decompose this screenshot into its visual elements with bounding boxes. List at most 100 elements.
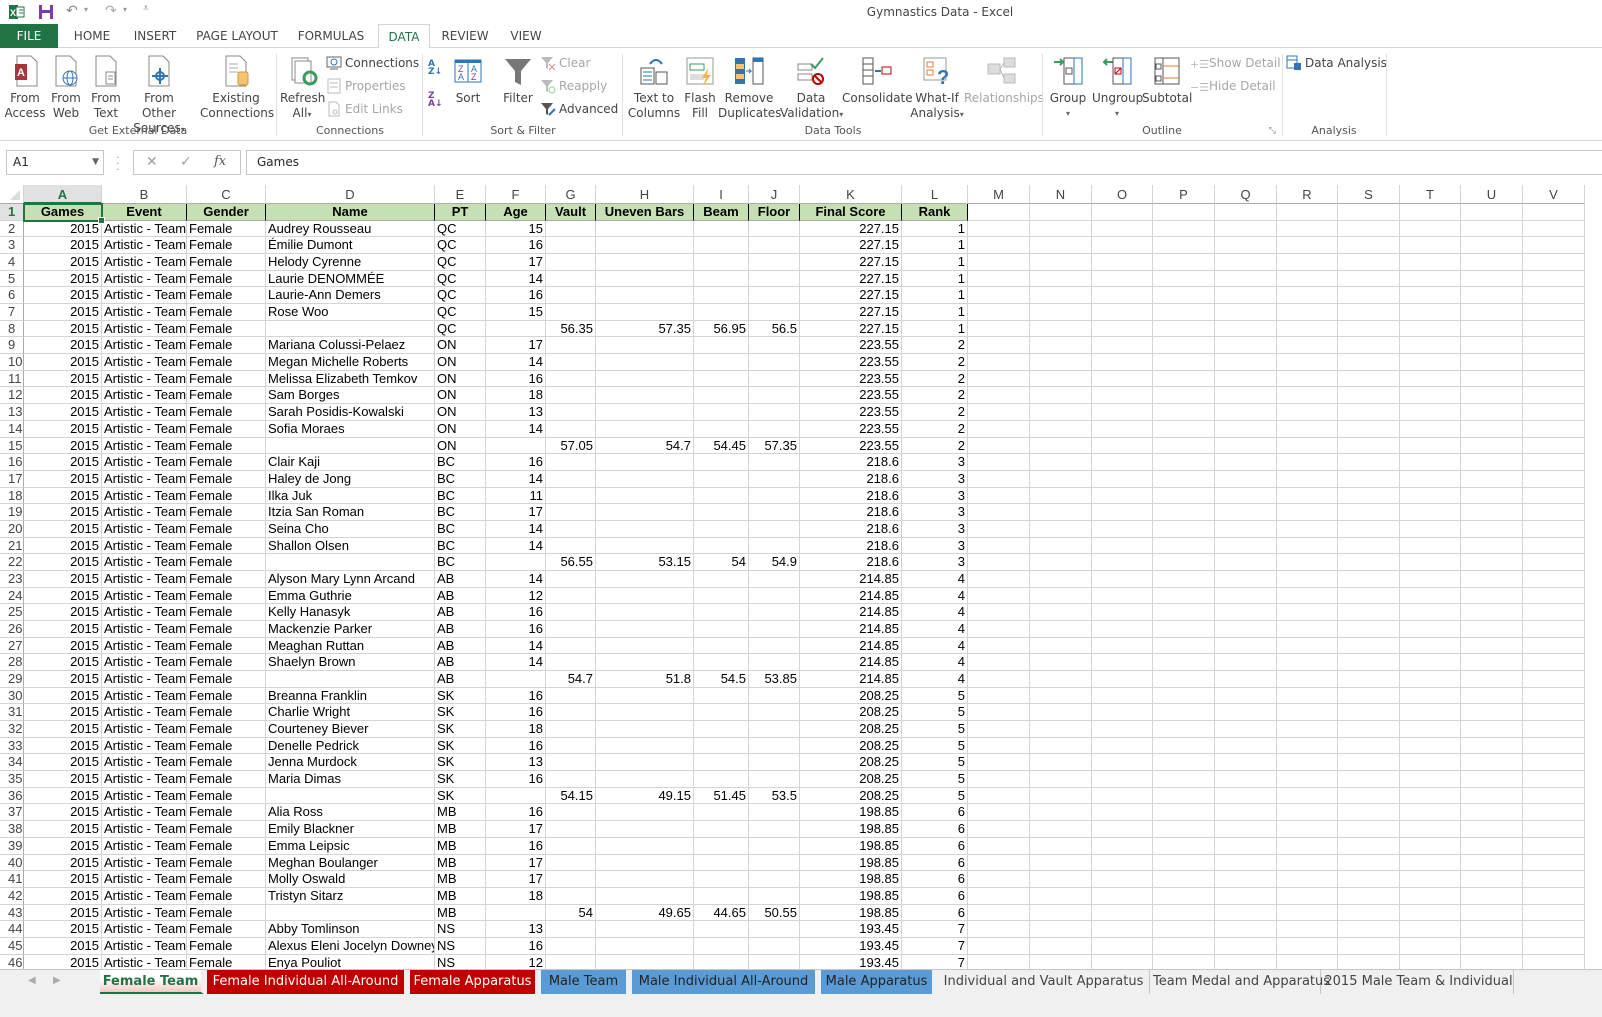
cell-m44[interactable]	[968, 921, 1030, 938]
cell-j23[interactable]	[749, 570, 800, 588]
cell-o43[interactable]	[1092, 904, 1153, 922]
cell-h9[interactable]	[596, 337, 694, 355]
cell-e32[interactable]: SK	[435, 721, 486, 738]
cell-d44[interactable]: Abby Tomlinson	[266, 921, 435, 938]
cell-k20[interactable]: 218.6	[800, 520, 902, 538]
cell-u20[interactable]	[1461, 520, 1523, 538]
cell-b37[interactable]: Artistic - Team	[102, 804, 187, 822]
cell-v4[interactable]	[1523, 254, 1585, 271]
row-header-36[interactable]: 36	[0, 787, 24, 805]
cell-r1[interactable]	[1277, 204, 1338, 221]
what-if-analysis-button[interactable]: ? What-If Analysis▾	[910, 54, 964, 122]
cell-v37[interactable]	[1523, 804, 1585, 822]
cell-k5[interactable]: 227.15	[800, 270, 902, 288]
cell-j37[interactable]	[749, 804, 800, 822]
cell-n45[interactable]	[1030, 937, 1092, 955]
cell-i18[interactable]	[694, 487, 749, 505]
cell-h45[interactable]	[596, 937, 694, 955]
cell-d45[interactable]: Alexus Eleni Jocelyn Downey	[266, 937, 435, 955]
cell-e29[interactable]: AB	[435, 671, 486, 688]
cell-n11[interactable]	[1030, 370, 1092, 388]
cell-o14[interactable]	[1092, 420, 1153, 438]
cell-p25[interactable]	[1153, 604, 1215, 621]
cell-h41[interactable]	[596, 871, 694, 888]
cell-u39[interactable]	[1461, 837, 1523, 855]
cell-g13[interactable]	[546, 404, 596, 421]
column-header-m[interactable]: M	[968, 185, 1030, 204]
cell-b46[interactable]: Artistic - Team	[102, 954, 187, 969]
subtotal-button[interactable]: Subtotal	[1142, 54, 1192, 106]
cell-h8[interactable]: 57.35	[596, 320, 694, 338]
cell-n44[interactable]	[1030, 921, 1092, 938]
cell-u6[interactable]	[1461, 287, 1523, 305]
cell-p5[interactable]	[1153, 270, 1215, 288]
row-header-30[interactable]: 30	[0, 687, 24, 705]
cell-u29[interactable]	[1461, 671, 1523, 688]
cell-d23[interactable]: Alyson Mary Lynn Arcand	[266, 570, 435, 588]
cell-p43[interactable]	[1153, 904, 1215, 922]
cell-l3[interactable]: 1	[902, 237, 968, 255]
cell-e46[interactable]: NS	[435, 954, 486, 969]
cell-d40[interactable]: Meghan Boulanger	[266, 854, 435, 872]
cell-h23[interactable]	[596, 570, 694, 588]
cell-t44[interactable]	[1400, 921, 1461, 938]
redo-dropdown-icon[interactable]: ▾	[123, 5, 139, 21]
cell-k25[interactable]: 214.85	[800, 604, 902, 621]
cell-e34[interactable]: SK	[435, 754, 486, 772]
cell-s6[interactable]	[1338, 287, 1400, 305]
cell-s8[interactable]	[1338, 320, 1400, 338]
cell-c20[interactable]: Female	[187, 520, 266, 538]
enter-check-icon[interactable]: ✓	[180, 154, 192, 170]
cell-h13[interactable]	[596, 404, 694, 421]
cell-v14[interactable]	[1523, 420, 1585, 438]
cell-b23[interactable]: Artistic - Team	[102, 570, 187, 588]
cell-k37[interactable]: 198.85	[800, 804, 902, 822]
cell-u25[interactable]	[1461, 604, 1523, 621]
row-header-41[interactable]: 41	[0, 871, 24, 888]
cell-p30[interactable]	[1153, 687, 1215, 705]
cell-r36[interactable]	[1277, 787, 1338, 805]
cell-o17[interactable]	[1092, 470, 1153, 488]
cell-j41[interactable]	[749, 871, 800, 888]
cell-k6[interactable]: 227.15	[800, 287, 902, 305]
cell-q5[interactable]	[1215, 270, 1277, 288]
cell-t12[interactable]	[1400, 387, 1461, 405]
cell-l40[interactable]: 6	[902, 854, 968, 872]
cell-b5[interactable]: Artistic - Team	[102, 270, 187, 288]
cell-c8[interactable]: Female	[187, 320, 266, 338]
row-header-27[interactable]: 27	[0, 637, 24, 655]
cell-j6[interactable]	[749, 287, 800, 305]
cell-k29[interactable]: 214.85	[800, 671, 902, 688]
cell-s43[interactable]	[1338, 904, 1400, 922]
cell-m22[interactable]	[968, 554, 1030, 571]
cell-b32[interactable]: Artistic - Team	[102, 721, 187, 738]
cell-e6[interactable]: QC	[435, 287, 486, 305]
relationships-button[interactable]: Relationships	[964, 54, 1044, 106]
cell-g41[interactable]	[546, 871, 596, 888]
cell-e7[interactable]: QC	[435, 304, 486, 321]
row-header-21[interactable]: 21	[0, 537, 24, 555]
cell-e16[interactable]: BC	[435, 454, 486, 471]
cell-i26[interactable]	[694, 621, 749, 638]
cell-l1[interactable]: Rank	[902, 204, 968, 221]
cell-c44[interactable]: Female	[187, 921, 266, 938]
cell-n12[interactable]	[1030, 387, 1092, 405]
cell-v36[interactable]	[1523, 787, 1585, 805]
cell-s33[interactable]	[1338, 737, 1400, 755]
cell-b22[interactable]: Artistic - Team	[102, 554, 187, 571]
cell-r42[interactable]	[1277, 887, 1338, 905]
cell-m24[interactable]	[968, 587, 1030, 605]
cell-e5[interactable]: QC	[435, 270, 486, 288]
cell-h21[interactable]	[596, 537, 694, 555]
cell-o2[interactable]	[1092, 220, 1153, 238]
cell-d19[interactable]: Itzia San Roman	[266, 504, 435, 521]
cell-j3[interactable]	[749, 237, 800, 255]
cell-j20[interactable]	[749, 520, 800, 538]
cell-u45[interactable]	[1461, 937, 1523, 955]
cancel-icon[interactable]: ✕	[146, 154, 158, 170]
cell-q26[interactable]	[1215, 621, 1277, 638]
cell-h7[interactable]	[596, 304, 694, 321]
cell-g4[interactable]	[546, 254, 596, 271]
cell-g14[interactable]	[546, 420, 596, 438]
cell-e8[interactable]: QC	[435, 320, 486, 338]
